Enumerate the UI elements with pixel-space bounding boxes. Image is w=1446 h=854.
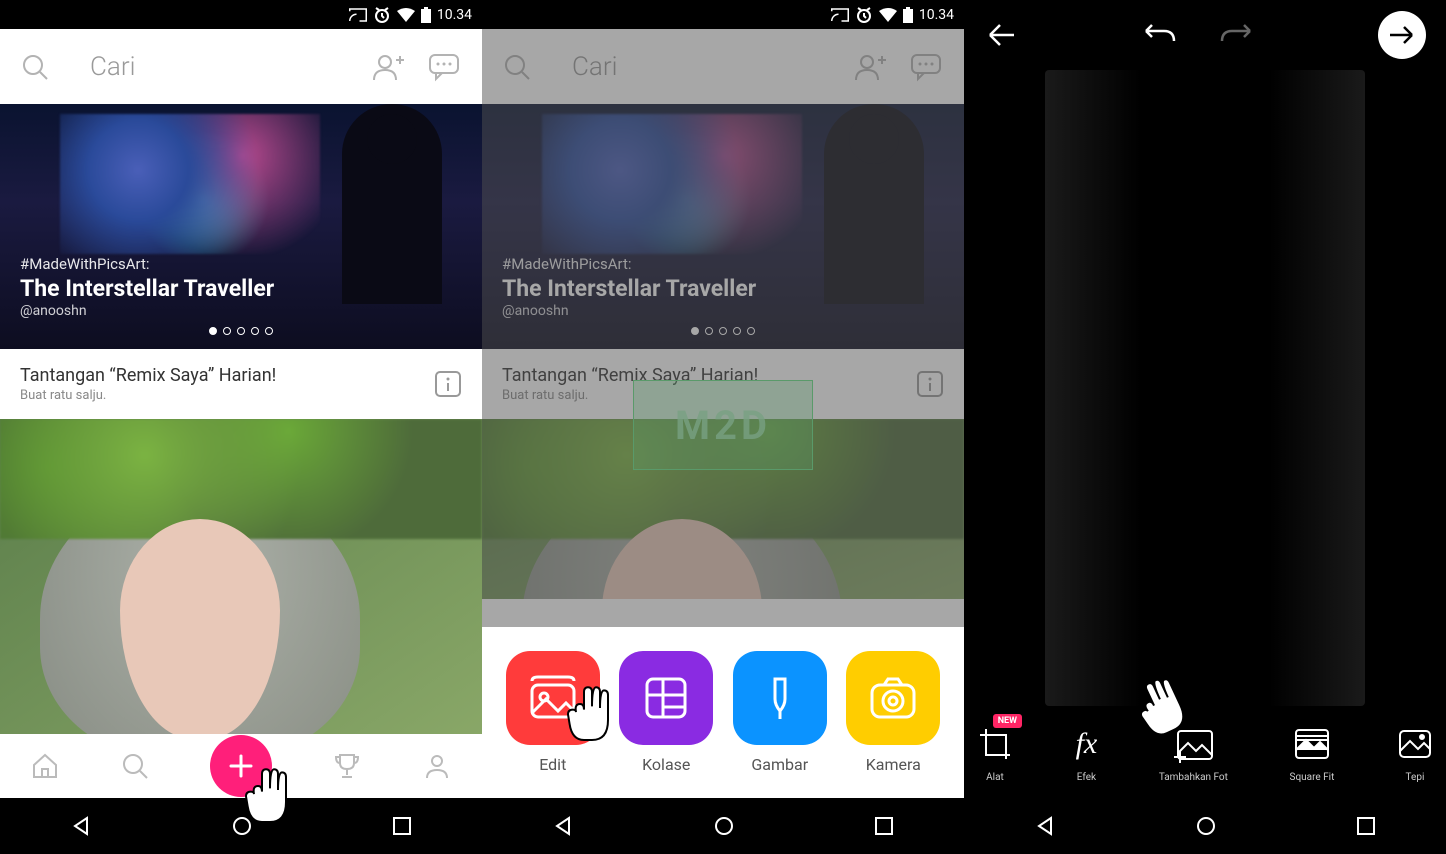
banner-hashtag: #MadeWithPicsArt: <box>20 255 274 273</box>
fab-add-button[interactable] <box>210 735 272 797</box>
menu-gambar-label: Gambar <box>733 755 827 774</box>
home-button[interactable] <box>231 815 253 837</box>
app-header: Cari <box>0 29 482 104</box>
explore-icon[interactable] <box>120 751 150 781</box>
wifi-icon <box>879 8 897 22</box>
recents-button[interactable] <box>874 816 894 836</box>
cast-icon <box>349 7 367 23</box>
status-bar: 10.34 <box>482 0 964 29</box>
phone-screen-2: 10.34 Cari #MadeWithPicsArt: The Interst… <box>482 0 964 854</box>
bottom-nav <box>0 734 482 798</box>
challenge-subtitle: Buat ratu salju. <box>20 388 276 403</box>
home-button[interactable] <box>713 815 735 837</box>
tool-alat[interactable]: NEW Alat <box>976 722 1014 783</box>
banner-title: The Interstellar Traveller <box>20 275 274 302</box>
alarm-icon <box>855 6 873 24</box>
back-button[interactable] <box>1034 815 1056 837</box>
menu-gambar[interactable]: Gambar <box>733 651 827 774</box>
status-time: 10.34 <box>437 7 472 23</box>
phone-screen-3: NEW Alat fx Efek Tambahkan Fot Square Fi… <box>964 0 1446 854</box>
tool-tepi[interactable]: Tepi <box>1396 722 1434 783</box>
close-icon[interactable] <box>984 21 1018 49</box>
home-icon[interactable] <box>30 751 60 781</box>
menu-kolase[interactable]: Kolase <box>619 651 713 774</box>
profile-icon[interactable] <box>422 751 452 781</box>
challenge-title: Tantangan “Remix Saya” Harian! <box>20 365 276 386</box>
tool-tambahkan-foto[interactable]: Tambahkan Fot <box>1159 722 1228 783</box>
tool-square-fit[interactable]: Square Fit <box>1290 722 1335 783</box>
phone-screen-1: 10.34 Cari #MadeWithPicsArt: The Interst… <box>0 0 482 854</box>
battery-icon <box>421 7 431 23</box>
menu-kamera[interactable]: Kamera <box>846 651 940 774</box>
next-button[interactable] <box>1378 11 1426 59</box>
feed-photo[interactable] <box>0 419 482 749</box>
trophy-icon[interactable] <box>332 751 362 781</box>
new-badge: NEW <box>993 714 1022 728</box>
search-input[interactable]: Cari <box>90 52 350 82</box>
back-button[interactable] <box>552 815 574 837</box>
alarm-icon <box>373 6 391 24</box>
tool-tepi-label: Tepi <box>1396 772 1434 783</box>
menu-kamera-label: Kamera <box>846 755 940 774</box>
fab-menu: Edit Kolase Gambar Kamera <box>482 627 964 798</box>
menu-edit-label: Edit <box>506 755 600 774</box>
tool-tambahkan-label: Tambahkan Fot <box>1159 772 1228 783</box>
tool-square-label: Square Fit <box>1290 772 1335 783</box>
redo-icon[interactable] <box>1218 21 1258 49</box>
editor-topbar <box>964 0 1446 70</box>
hero-banner[interactable]: #MadeWithPicsArt: The Interstellar Trave… <box>0 104 482 349</box>
tool-efek[interactable]: fx Efek <box>1076 722 1098 783</box>
undo-icon[interactable] <box>1138 21 1178 49</box>
recents-button[interactable] <box>392 816 412 836</box>
battery-icon <box>903 7 913 23</box>
android-nav <box>482 798 964 854</box>
challenge-bar[interactable]: Tantangan “Remix Saya” Harian! Buat ratu… <box>0 349 482 419</box>
menu-edit[interactable]: Edit <box>506 651 600 774</box>
tool-efek-label: Efek <box>1076 772 1098 783</box>
cast-icon <box>831 7 849 23</box>
chat-icon[interactable] <box>428 52 462 82</box>
android-nav <box>964 798 1446 854</box>
editor-toolbar: NEW Alat fx Efek Tambahkan Fot Square Fi… <box>964 706 1446 798</box>
menu-kolase-label: Kolase <box>619 755 713 774</box>
home-button[interactable] <box>1195 815 1217 837</box>
status-bar: 10.34 <box>0 0 482 29</box>
android-nav <box>0 798 482 854</box>
search-icon[interactable] <box>20 52 50 82</box>
canvas[interactable] <box>964 70 1446 706</box>
status-time: 10.34 <box>919 7 954 23</box>
banner-dots[interactable] <box>0 320 482 339</box>
info-icon[interactable] <box>434 370 462 398</box>
tool-alat-label: Alat <box>976 772 1014 783</box>
wifi-icon <box>397 8 415 22</box>
add-friend-icon[interactable] <box>372 52 406 82</box>
watermark: M2D <box>633 380 813 470</box>
back-button[interactable] <box>70 815 92 837</box>
recents-button[interactable] <box>1356 816 1376 836</box>
banner-author: @anooshn <box>20 303 274 319</box>
